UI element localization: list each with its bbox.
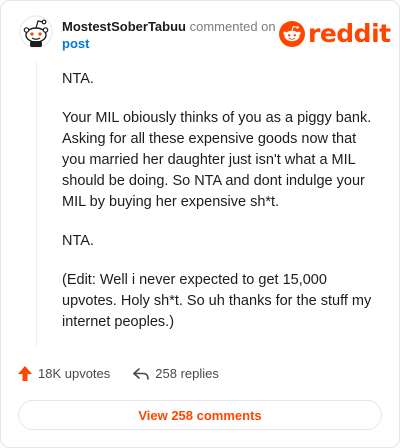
comment-paragraph: Your MIL obiously thinks of you as a pig…	[62, 110, 372, 210]
view-comments-button[interactable]: View 258 comments	[18, 400, 382, 430]
reply-button[interactable]: 258 replies	[132, 366, 219, 381]
snoo-avatar-icon[interactable]	[19, 15, 53, 49]
upvote-button[interactable]: 18K upvotes	[17, 365, 110, 382]
reply-count: 258 replies	[155, 366, 219, 381]
commented-on-label: commented on	[189, 19, 276, 34]
comment-paragraph: NTA.	[62, 71, 94, 87]
comment-actions: 18K upvotes 258 replies	[17, 365, 241, 382]
username-link[interactable]: MostestSoberTabuu	[62, 19, 186, 34]
reddit-wordmark: reddit	[308, 19, 391, 48]
upvote-count: 18K upvotes	[38, 366, 111, 381]
comment-body: NTA. Your MIL obiously thinks of you as …	[62, 69, 382, 351]
reply-arrow-icon	[133, 367, 150, 380]
comment-card: MostestSoberTabuu commented on post redd…	[0, 0, 400, 448]
upvote-arrow-icon	[18, 366, 32, 381]
reddit-logo-icon	[279, 21, 305, 47]
post-link[interactable]: post	[62, 35, 282, 52]
thread-line[interactable]	[36, 61, 37, 346]
comment-paragraph: (Edit: Well i never expected to get 15,0…	[62, 272, 372, 330]
comment-paragraph: NTA.	[62, 233, 94, 249]
comment-byline: MostestSoberTabuu commented on post	[62, 18, 282, 52]
reddit-logo[interactable]: reddit	[279, 20, 391, 48]
